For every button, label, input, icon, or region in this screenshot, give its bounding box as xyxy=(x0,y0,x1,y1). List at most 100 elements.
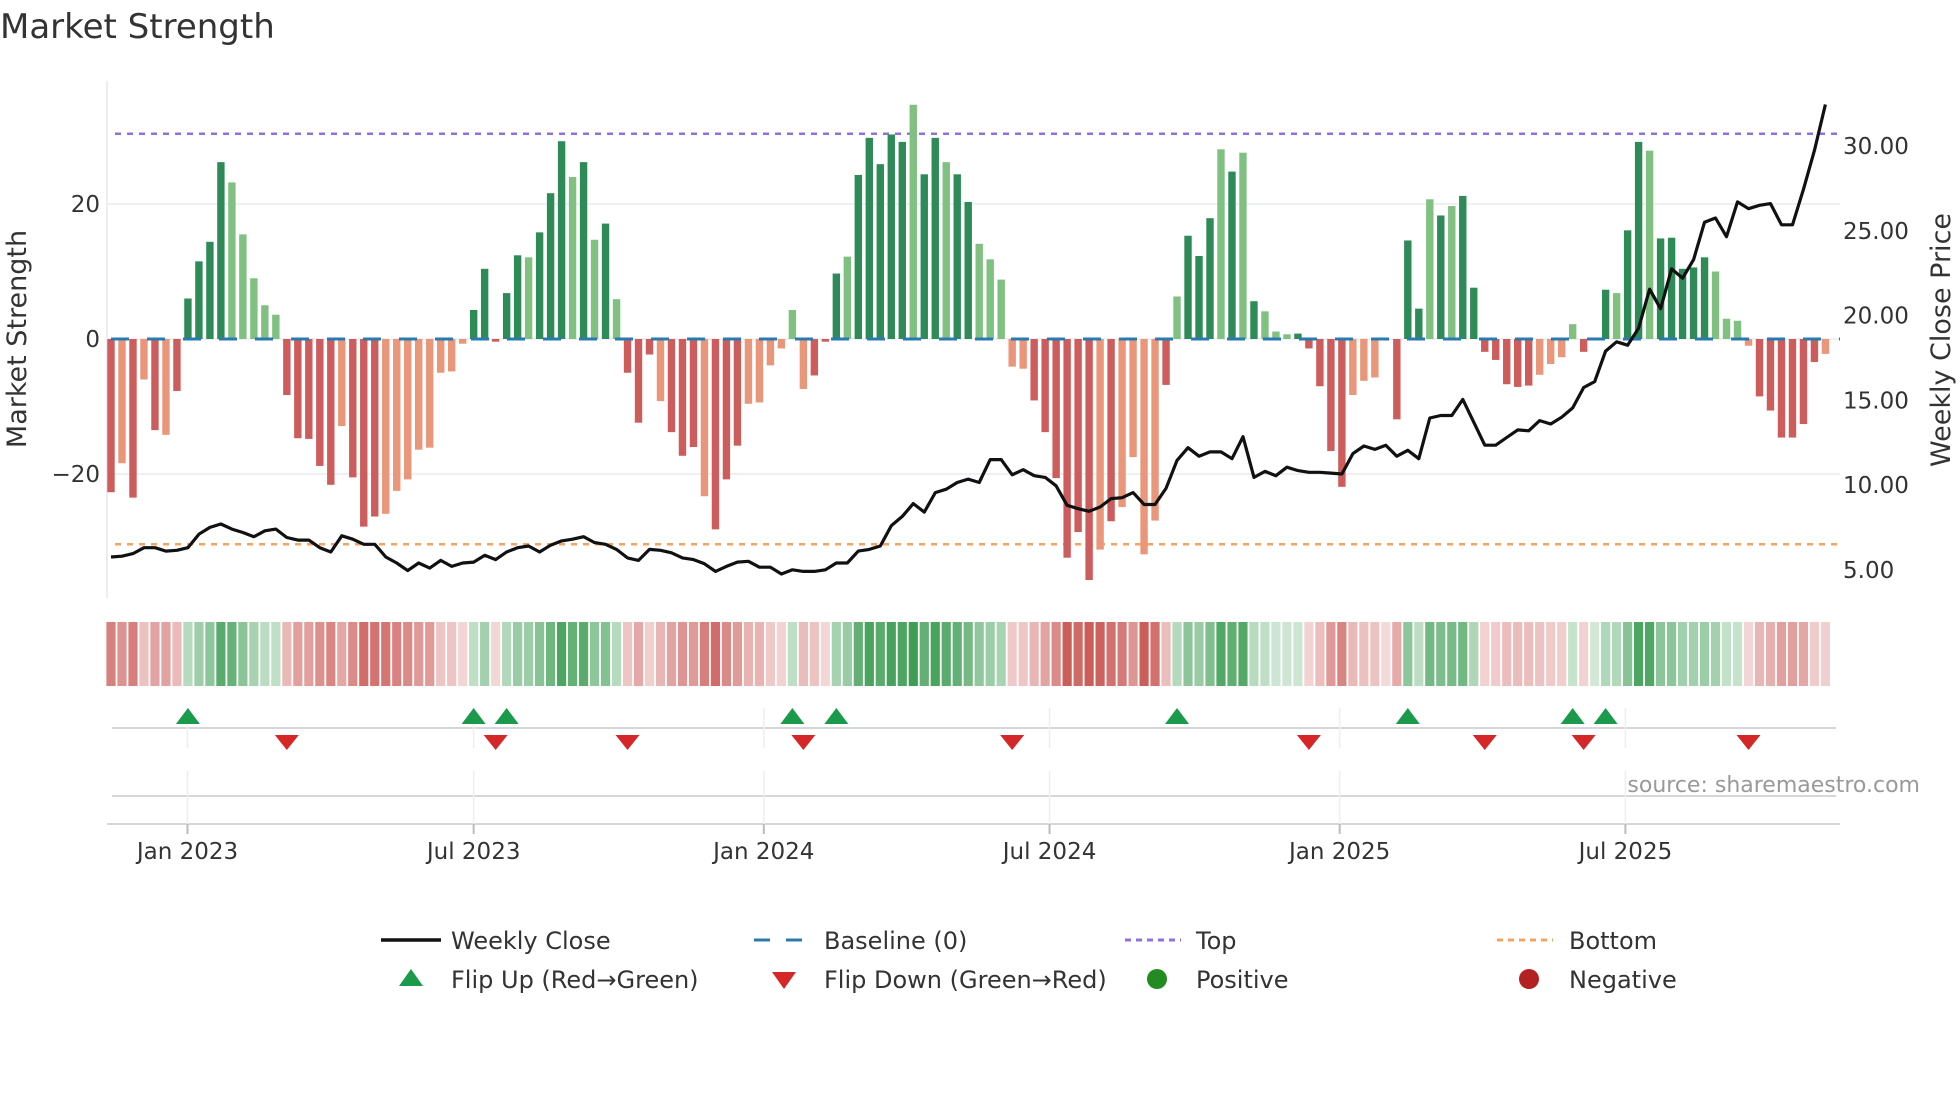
strength-bar xyxy=(1579,339,1588,352)
strength-bar xyxy=(942,162,950,339)
heat-strip-cell xyxy=(502,622,512,686)
strength-bar xyxy=(557,141,566,339)
y-axis-label: Market Strength xyxy=(2,230,33,448)
heat-strip-cell xyxy=(864,622,874,686)
strength-bar xyxy=(426,339,434,448)
strength-bar xyxy=(1316,339,1324,387)
heat-strip-cell xyxy=(1029,622,1039,686)
flip-down-marker xyxy=(1736,735,1761,750)
strength-bar xyxy=(1426,199,1434,339)
chart-title: Market Strength xyxy=(0,7,275,47)
heat-strip-cell xyxy=(688,622,699,686)
y-tick-label: −20 xyxy=(51,462,100,488)
strength-bar xyxy=(272,314,280,339)
strength-bar xyxy=(382,339,390,514)
flip-down-marker xyxy=(615,735,640,750)
heat-strip-cell xyxy=(831,622,841,686)
strength-bar xyxy=(1700,257,1709,339)
strength-bar xyxy=(623,339,632,373)
heat-strip-cell xyxy=(996,622,1006,686)
strength-bar xyxy=(228,182,236,339)
heat-strip-cell xyxy=(787,622,797,686)
strength-bar xyxy=(810,339,819,376)
heat-strip-cell xyxy=(238,622,248,686)
heat-strip-cell xyxy=(1117,622,1127,686)
heat-strip-cell xyxy=(1315,622,1325,686)
heat-strip-cell xyxy=(1073,622,1083,686)
heat-strip-cell xyxy=(326,622,336,686)
strength-bar xyxy=(1788,339,1797,438)
heat-strip-cell xyxy=(1238,622,1248,686)
strength-bar xyxy=(1349,339,1357,396)
strength-bar xyxy=(590,239,599,339)
heat-strip-cell xyxy=(1282,622,1292,686)
heat-strip-cell xyxy=(1623,622,1633,686)
y2-tick-label: 15.00 xyxy=(1843,388,1909,414)
flip-up-marker xyxy=(1165,708,1190,724)
heat-strip-cell xyxy=(359,622,369,686)
x-tick-label: Jul 2025 xyxy=(1577,839,1673,865)
heat-strip-cell xyxy=(1699,622,1710,686)
strength-bar xyxy=(744,339,753,404)
strength-bar xyxy=(975,243,983,339)
strength-bar xyxy=(1283,334,1291,339)
heat-strip-cell xyxy=(743,622,754,686)
strength-bar xyxy=(1393,339,1401,420)
heat-strip-cell xyxy=(315,622,325,686)
heat-strip-cell xyxy=(271,622,281,686)
heat-strip-cell xyxy=(1062,622,1072,686)
heat-strip-cell xyxy=(1447,622,1457,686)
heat-strip-cell xyxy=(1139,622,1149,686)
legend-label: Negative xyxy=(1569,966,1677,994)
strength-bar xyxy=(1107,339,1115,522)
heat-strip-cell xyxy=(1634,622,1644,686)
strength-bar xyxy=(1096,339,1104,550)
strength-bar xyxy=(1206,218,1214,339)
heat-strip-cell xyxy=(183,622,193,686)
y2-tick-label: 25.00 xyxy=(1843,219,1909,245)
heat-strip-cell xyxy=(1348,622,1358,686)
strength-bar xyxy=(1711,271,1720,339)
heat-strip-cell xyxy=(1480,622,1490,686)
strength-bar xyxy=(1766,339,1775,411)
heat-strip-cell xyxy=(1765,622,1776,686)
x-tick-label: Jul 2023 xyxy=(425,839,521,865)
x-tick-label: Jan 2024 xyxy=(711,839,814,865)
strength-bar xyxy=(360,339,368,527)
legend-circle-icon xyxy=(1519,969,1539,989)
heat-strip-cell xyxy=(1732,622,1743,686)
flip-down-marker xyxy=(1000,735,1025,750)
heat-strip-cell xyxy=(699,622,710,686)
heat-strip-cell xyxy=(1084,622,1094,686)
flip-up-marker xyxy=(461,708,486,724)
heat-strip-cell xyxy=(622,622,633,686)
strength-bar xyxy=(107,339,115,493)
heat-strip-cell xyxy=(1502,622,1512,686)
heat-strip-cell xyxy=(908,622,918,686)
flip-up-marker xyxy=(824,708,849,724)
heat-strip-cell xyxy=(194,622,204,686)
strength-bar xyxy=(1129,339,1137,458)
strength-bar xyxy=(843,256,852,339)
strength-bar xyxy=(1536,339,1544,375)
heat-strip-cell xyxy=(1677,622,1688,686)
heat-strip-cell xyxy=(710,622,721,686)
strength-bar xyxy=(755,339,764,403)
heat-strip-cell xyxy=(392,622,402,686)
strength-bar xyxy=(854,174,863,339)
heat-strip-cell xyxy=(1370,622,1380,686)
heat-strip-cell xyxy=(1337,622,1347,686)
strength-bar xyxy=(1612,293,1621,339)
strength-bar xyxy=(733,339,742,446)
heat-strip-cell xyxy=(260,622,270,686)
heat-strip-cell xyxy=(1612,622,1622,686)
heat-strip-cell xyxy=(513,622,523,686)
strength-bar xyxy=(491,339,500,342)
heat-strip-cell xyxy=(1414,622,1424,686)
heat-strip-cell xyxy=(491,622,501,686)
y2-axis-label: Weekly Close Price xyxy=(1926,213,1957,467)
y2-tick-label: 20.00 xyxy=(1843,304,1909,330)
strength-bar xyxy=(447,339,456,372)
legend-label: Baseline (0) xyxy=(824,927,967,955)
heat-strip-cell xyxy=(1227,622,1237,686)
